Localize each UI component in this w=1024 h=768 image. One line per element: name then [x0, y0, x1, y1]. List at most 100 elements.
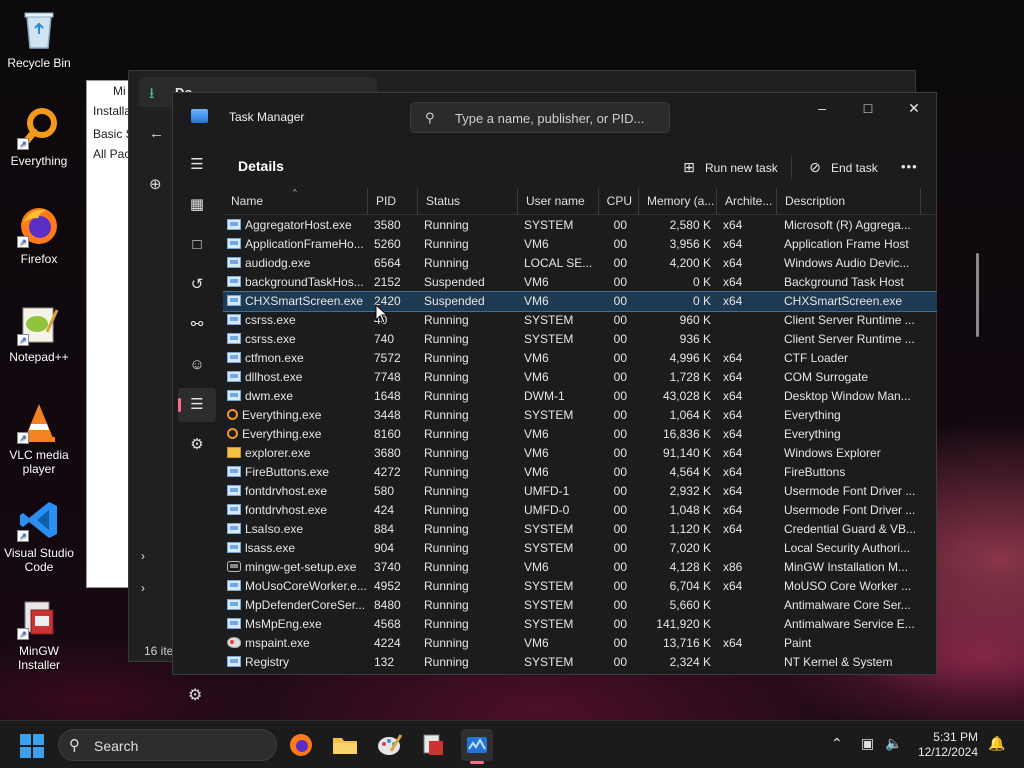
cell-desc: MoUSO Core Worker ... [784, 579, 912, 593]
desktop-icon-label: Notepad++ [9, 350, 69, 364]
nav-app-history-icon[interactable]: ↺ [178, 268, 216, 302]
hamburger-menu-icon[interactable]: ☰ [178, 148, 216, 182]
desktop-icon-mingw[interactable]: ↗ MinGW Installer [0, 596, 78, 672]
mouse-cursor-icon [375, 304, 389, 324]
new-icon[interactable]: ⊕ [149, 175, 162, 193]
column-header-pid[interactable]: PID [368, 188, 418, 215]
nav-startup-apps-icon[interactable]: ⚯ [178, 308, 216, 342]
table-row[interactable]: explorer.exe 3680 Running VM6 00 91,140 K x64 W… [223, 444, 937, 463]
cell-desc: Desktop Window Man... [784, 389, 911, 403]
cell-desc: Antimalware Core Ser... [784, 598, 911, 612]
vertical-scrollbar[interactable] [976, 253, 979, 337]
column-header-description[interactable]: Description [777, 188, 921, 215]
run-new-task-button[interactable]: ⊞ Run new task [681, 153, 778, 181]
expand-chevron-icon[interactable]: › [141, 581, 145, 595]
cell-mem: 2,932 K [669, 484, 711, 498]
close-button[interactable]: ✕ [891, 93, 937, 123]
taskbar-mingw-installer[interactable] [417, 729, 449, 761]
maximize-button[interactable]: □ [845, 93, 891, 123]
network-icon[interactable]: ▣ [861, 735, 874, 752]
table-row[interactable]: mspaint.exe 4224 Running VM6 00 13,716 K x64 Pa… [223, 634, 937, 653]
notification-bell-icon[interactable]: 🔔 [988, 735, 1005, 752]
expand-chevron-icon[interactable]: › [141, 549, 145, 563]
nav-details-icon[interactable]: ☰ [178, 388, 216, 422]
table-row[interactable]: ApplicationFrameHo... 5260 Running VM6 00 3,9… [223, 235, 937, 254]
table-row[interactable]: MsMpEng.exe 4568 Running SYSTEM 00 141,920 K A… [223, 615, 937, 634]
cell-arch: x64 [723, 636, 743, 650]
cell-desc: Microsoft (R) Aggrega... [784, 218, 911, 232]
table-row[interactable]: fontdrvhost.exe 424 Running UMFD-0 00 1,048 K… [223, 501, 937, 520]
taskbar-firefox[interactable] [285, 729, 317, 761]
table-row[interactable]: FireButtons.exe 4272 Running VM6 00 4,564 K x6… [223, 463, 937, 482]
show-hidden-icons-chevron-icon[interactable]: ⌃ [831, 735, 843, 752]
desktop-icon-notepadpp[interactable]: ↗ Notepad++ [0, 302, 78, 364]
minimize-button[interactable]: – [799, 93, 845, 123]
column-header-label: User name [526, 194, 585, 208]
table-row[interactable]: audiodg.exe 6564 Running LOCAL SE... 00 4,200… [223, 254, 937, 273]
column-header-name[interactable]: ^ Name [223, 188, 368, 215]
column-header-label: Archite... [725, 194, 773, 208]
taskbar-file-explorer[interactable] [329, 729, 361, 761]
nav-performance-icon[interactable]: □ [178, 228, 216, 262]
search-box[interactable]: ⚲ [410, 102, 670, 133]
column-header-cpu[interactable]: CPU [599, 188, 639, 215]
table-row[interactable]: fontdrvhost.exe 580 Running UMFD-1 00 2,932 K… [223, 482, 937, 501]
settings-gear-icon[interactable]: ⚙ [188, 685, 202, 705]
task-manager-window[interactable]: Task Manager ⚲ – □ ✕ ☰ ▦ □ ↺ ⚯ ☺ ☰ ⚙ ⚙ D… [172, 92, 979, 704]
table-row[interactable]: MpDefenderCoreSer... 8480 Running SYSTEM 00 5… [223, 596, 937, 615]
process-name: LsaIso.exe [245, 522, 304, 536]
table-row[interactable]: dllhost.exe 7748 Running VM6 00 1,728 K x64 COM… [223, 368, 937, 387]
end-task-button[interactable]: ⊘ End task [807, 153, 878, 181]
column-header-status[interactable]: Status [418, 188, 518, 215]
table-row[interactable]: csrss.exe 740 Running SYSTEM 00 936 K Client S… [223, 330, 937, 349]
process-name: FireButtons.exe [245, 465, 330, 479]
cell-desc: Application Frame Host [784, 237, 909, 251]
start-button[interactable] [20, 734, 44, 758]
firefox-icon [290, 734, 312, 756]
search-input[interactable] [455, 108, 660, 128]
table-row[interactable]: csrss.exe 40 Running SYSTEM 00 960 K Client Se… [223, 311, 937, 330]
table-row[interactable]: ctfmon.exe 7572 Running VM6 00 4,996 K x64 CTF … [223, 349, 937, 368]
more-options-button[interactable]: ••• [901, 153, 918, 181]
table-row[interactable]: dwm.exe 1648 Running DWM-1 00 43,028 K x64 Desk… [223, 387, 937, 406]
nav-processes-icon[interactable]: ▦ [178, 188, 216, 222]
taskbar-search-label: Search [94, 738, 139, 754]
column-header-architecture[interactable]: Archite... [717, 188, 777, 215]
table-row[interactable]: CHXSmartScreen.exe 2420 Suspended VM6 00 0 Kx… [223, 291, 937, 312]
column-header-memory[interactable]: Memory (a... [639, 188, 717, 215]
cell-arch: x64 [723, 218, 743, 232]
table-row[interactable]: Everything.exe 8160 Running VM6 00 16,836 K x6… [223, 425, 937, 444]
nav-services-icon[interactable]: ⚙ [178, 428, 216, 462]
table-row[interactable]: mingw-get-setup.exe 3740 Running VM6 00 4,128… [223, 558, 937, 577]
desktop-icon-vscode[interactable]: ↗ Visual Studio Code [0, 498, 78, 574]
table-row[interactable]: Registry 132 Running SYSTEM 00 2,324 K NT Kern… [223, 653, 937, 672]
desktop-icon-vlc[interactable]: ↗ VLC media player [0, 400, 78, 476]
taskbar-search[interactable]: ⚲ Search [58, 729, 277, 761]
table-row[interactable]: lsass.exe 904 Running SYSTEM 00 7,020 K Local … [223, 539, 937, 558]
cell-pid: 424 [374, 503, 395, 517]
cell-desc: Usermode Font Driver ... [784, 503, 916, 517]
cell-user: UMFD-1 [524, 484, 570, 498]
table-row[interactable]: MoUsoCoreWorker.e... 4952 Running SYSTEM 00 6… [223, 577, 937, 596]
firefox-icon: ↗ [17, 204, 61, 248]
desktop-icon-firefox[interactable]: ↗ Firefox [0, 204, 78, 266]
desktop-icon-everything[interactable]: ↗ Everything [0, 106, 78, 168]
taskbar-paint[interactable] [373, 729, 405, 761]
taskbar-clock[interactable]: 5:31 PM 12/12/2024 [888, 730, 978, 760]
shortcut-arrow-icon: ↗ [17, 334, 29, 346]
table-row[interactable]: backgroundTaskHos... 2152 Suspended VM6 00 0 … [223, 273, 937, 292]
table-row[interactable]: Everything.exe 3448 Running SYSTEM 00 1,064 K… [223, 406, 937, 425]
title-bar[interactable]: Task Manager ⚲ – □ ✕ [173, 93, 936, 139]
nav-users-icon[interactable]: ☺ [178, 348, 216, 382]
column-header-user[interactable]: User name [518, 188, 599, 215]
desktop-icon-recycle-bin[interactable]: Recycle Bin [0, 8, 78, 70]
table-row[interactable]: LsaIso.exe 884 Running SYSTEM 00 1,120 K x64 Cr… [223, 520, 937, 539]
cell-status: Running [424, 503, 469, 517]
mingw-installer-icon: ↗ [17, 596, 61, 640]
cell-name: fontdrvhost.exe [227, 501, 368, 520]
taskbar-task-manager[interactable] [461, 729, 493, 764]
clock-time: 5:31 PM [933, 730, 978, 744]
table-row[interactable]: AggregatorHost.exe 3580 Running SYSTEM 00 2,5… [223, 216, 937, 235]
back-arrow-icon[interactable]: ← [149, 125, 164, 142]
process-name: lsass.exe [245, 541, 296, 555]
